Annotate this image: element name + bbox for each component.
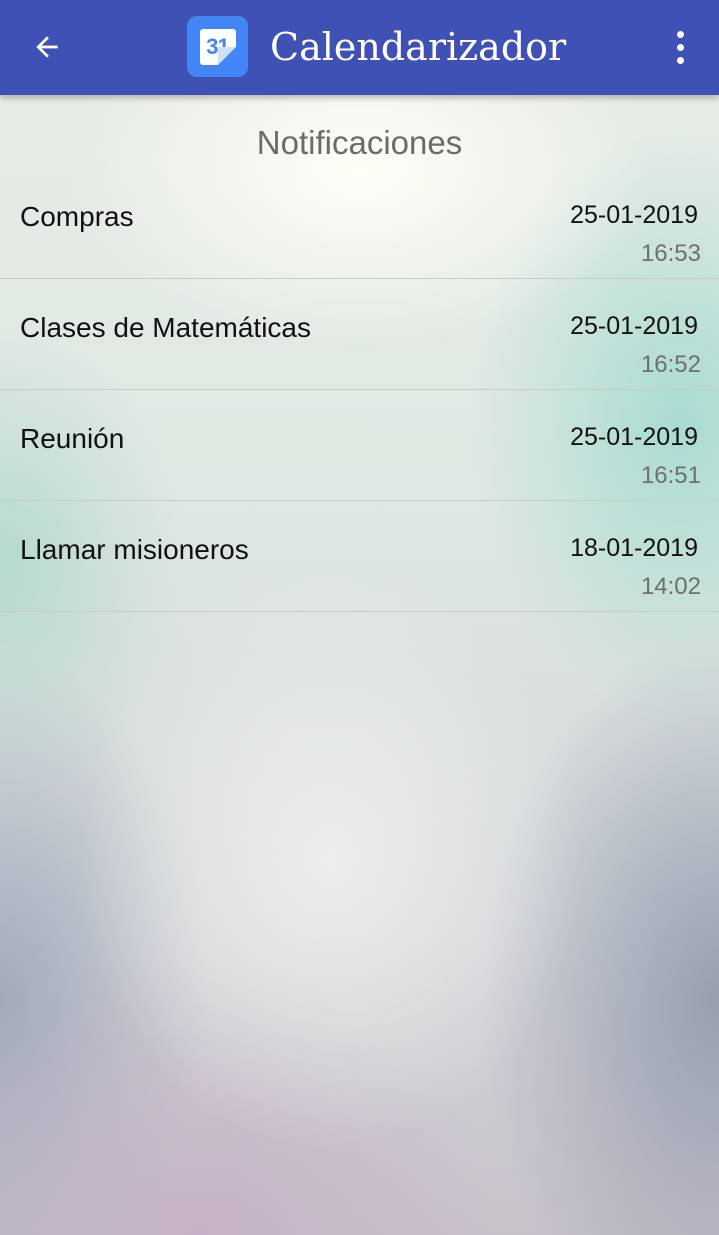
arrow-back-icon	[36, 36, 58, 58]
notification-item[interactable]: Reunión 25-01-2019 16:51	[0, 390, 719, 501]
notification-item[interactable]: Compras 25-01-2019 16:53	[0, 168, 719, 279]
more-vert-icon-dot	[676, 56, 684, 64]
back-button[interactable]	[22, 22, 72, 72]
more-vert-icon-dot	[676, 30, 684, 38]
more-vert-icon-dot	[676, 43, 684, 51]
notification-time: 16:52	[640, 351, 701, 378]
notification-name: Llamar misioneros	[20, 534, 249, 565]
notification-name: Clases de Matemáticas	[20, 312, 312, 343]
notification-time: 16:51	[640, 462, 701, 489]
overflow-menu-button[interactable]	[660, 22, 700, 72]
notification-time: 16:53	[640, 240, 701, 267]
notification-date: 25-01-2019	[570, 312, 698, 340]
notification-item[interactable]: Llamar misioneros 18-01-2019 14:02	[0, 501, 719, 612]
calendar-app-icon: 31	[187, 16, 248, 77]
notification-name: Reunión	[20, 423, 125, 454]
calendar-icon-page: 31	[199, 28, 236, 65]
notification-date: 18-01-2019	[570, 534, 698, 562]
notification-date: 25-01-2019	[570, 423, 698, 451]
notification-item[interactable]: Clases de Matemáticas 25-01-2019 16:52	[0, 279, 719, 390]
app-bar: 31 Calendarizador	[0, 0, 719, 95]
app-title: Calendarizador	[270, 25, 567, 69]
notifications-list: Compras 25-01-2019 16:53 Clases de Matem…	[0, 168, 719, 612]
notification-time: 14:02	[640, 573, 701, 600]
section-title: Notificaciones	[256, 124, 463, 161]
notification-date: 25-01-2019	[570, 201, 698, 229]
notification-name: Compras	[20, 201, 134, 232]
